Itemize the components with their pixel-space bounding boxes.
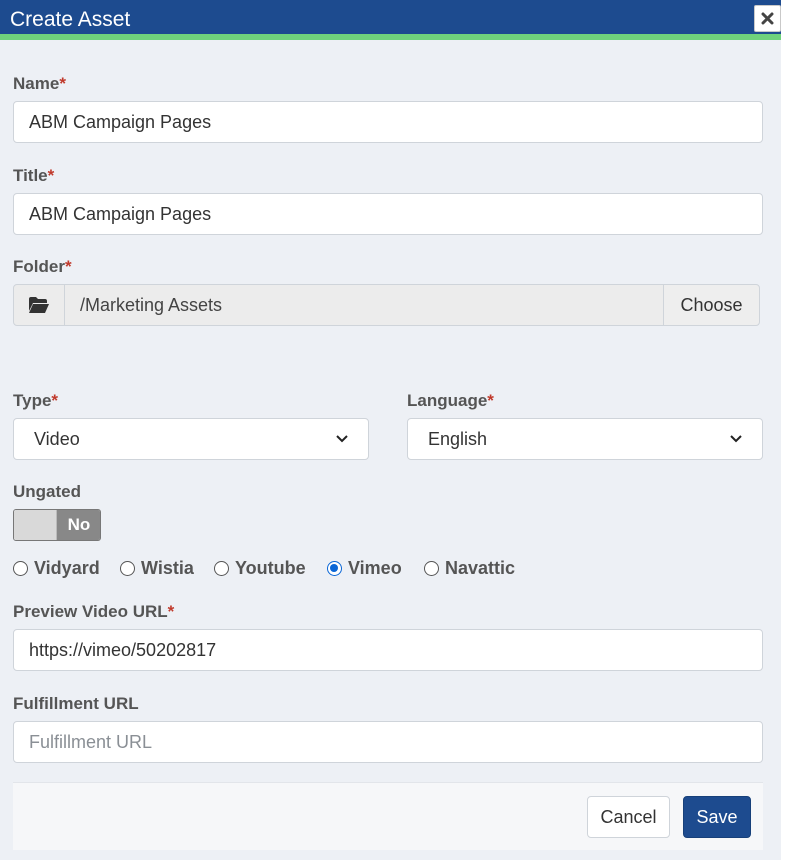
language-select-value: English <box>428 428 488 449</box>
chevron-down-icon <box>336 435 348 443</box>
fulfillment-url-placeholder: Fulfillment URL <box>29 731 153 752</box>
choose-folder-button[interactable]: Choose <box>663 284 760 326</box>
language-select[interactable]: English <box>407 418 763 460</box>
fulfillment-url-input[interactable]: Fulfillment URL <box>13 721 763 763</box>
close-icon <box>761 12 774 25</box>
name-label-text: Name <box>13 74 60 93</box>
radio-youtube[interactable]: Youtube <box>214 558 306 579</box>
folder-open-icon <box>29 297 49 313</box>
preview-url-label-text: Preview Video URL <box>13 602 168 621</box>
radio-label: Youtube <box>235 558 306 578</box>
folder-picker: /Marketing Assets Choose <box>13 284 760 326</box>
preview-url-input[interactable]: https://vimeo/50202817 <box>13 629 763 671</box>
radio-label: Wistia <box>141 558 194 578</box>
modal-title: Create Asset <box>10 8 131 31</box>
folder-icon-addon <box>13 284 65 326</box>
radio-vidyard[interactable]: Vidyard <box>13 558 100 579</box>
language-label-text: Language <box>407 391 488 410</box>
language-label: Language* <box>407 391 494 411</box>
radio-circle <box>424 561 439 576</box>
preview-url-label: Preview Video URL* <box>13 602 174 622</box>
folder-label-text: Folder <box>13 257 65 276</box>
preview-url-value: https://vimeo/50202817 <box>29 639 217 660</box>
title-label-text: Title <box>13 166 48 185</box>
ungated-label: Ungated <box>13 482 81 501</box>
create-asset-modal: Create Asset Name* ABM Campaign Pages Ti… <box>0 0 781 860</box>
title-input-value: ABM Campaign Pages <box>29 203 212 224</box>
required-mark: * <box>64 257 72 276</box>
required-mark: * <box>47 166 55 185</box>
folder-path-value: /Marketing Assets <box>80 294 223 315</box>
name-input-value: ABM Campaign Pages <box>29 111 212 132</box>
radio-vimeo[interactable]: Vimeo <box>327 558 402 579</box>
cancel-button[interactable]: Cancel <box>587 796 670 838</box>
type-select[interactable]: Video <box>13 418 369 460</box>
folder-label: Folder* <box>13 257 72 277</box>
required-mark: * <box>167 602 175 621</box>
type-label: Type* <box>13 391 58 411</box>
required-mark: * <box>51 391 59 410</box>
type-select-value: Video <box>34 428 80 449</box>
radio-label: Navattic <box>445 558 516 578</box>
radio-label: Vimeo <box>348 558 402 578</box>
toggle-state-text: No <box>57 510 100 540</box>
radio-circle <box>13 561 28 576</box>
title-input[interactable]: ABM Campaign Pages <box>13 193 763 235</box>
ungated-toggle[interactable]: No <box>13 509 101 541</box>
chevron-down-icon <box>730 435 742 443</box>
required-mark: * <box>59 74 66 93</box>
toggle-knob <box>14 510 57 540</box>
radio-circle-checked <box>327 561 342 576</box>
close-button[interactable] <box>754 5 781 32</box>
type-label-text: Type <box>13 391 52 410</box>
modal-footer: Cancel Save <box>13 782 763 850</box>
fulfillment-url-label: Fulfillment URL <box>13 694 139 713</box>
radio-navattic[interactable]: Navattic <box>424 558 515 579</box>
modal-header: Create Asset <box>0 0 781 40</box>
radio-label: Vidyard <box>34 558 100 578</box>
save-button[interactable]: Save <box>683 796 751 838</box>
folder-path-field: /Marketing Assets <box>64 284 664 326</box>
radio-circle <box>120 561 135 576</box>
title-label: Title* <box>13 166 54 186</box>
radio-circle <box>214 561 229 576</box>
radio-wistia[interactable]: Wistia <box>120 558 194 579</box>
name-input[interactable]: ABM Campaign Pages <box>13 101 763 143</box>
required-mark: * <box>487 391 494 410</box>
name-label: Name* <box>13 74 66 94</box>
